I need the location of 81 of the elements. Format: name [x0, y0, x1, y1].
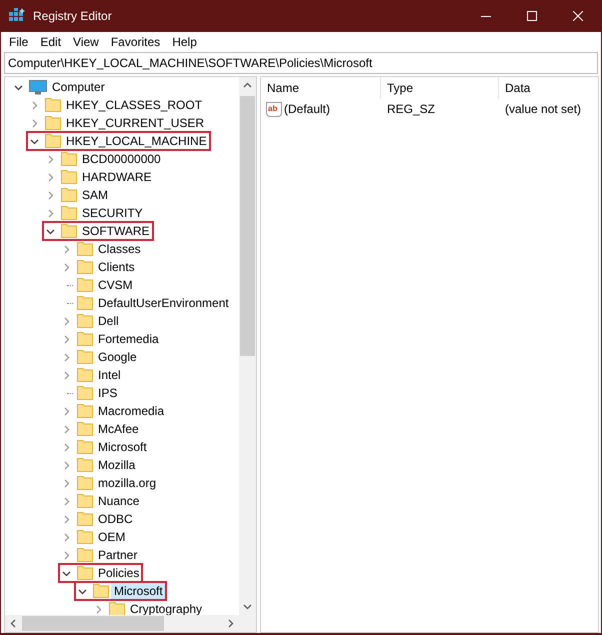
chevron-right-icon[interactable]	[94, 604, 102, 614]
tree-item[interactable]: HKEY_LOCAL_MACHINE	[63, 132, 210, 150]
window-title: Registry Editor	[33, 8, 112, 25]
tree-item[interactable]: Clients	[95, 258, 138, 276]
folder-icon	[77, 350, 93, 364]
tree-item[interactable]: Partner	[95, 546, 140, 564]
tree-item[interactable]: Computer	[49, 78, 108, 96]
folder-icon	[77, 332, 93, 346]
folder-icon	[77, 566, 93, 580]
menu-item[interactable]: Favorites	[104, 33, 166, 51]
tree-item[interactable]: Dell	[95, 312, 122, 330]
folder-icon	[77, 440, 93, 454]
menu-item[interactable]: Edit	[34, 33, 68, 51]
column-header[interactable]: Type	[381, 77, 499, 99]
folder-icon	[77, 242, 93, 256]
tree-item[interactable]: SOFTWARE	[79, 222, 153, 240]
registry-icon	[9, 8, 25, 24]
chevron-down-icon[interactable]	[30, 136, 38, 146]
tree-item[interactable]: Classes	[95, 240, 144, 258]
folder-icon	[45, 116, 61, 130]
tree-item[interactable]: BCD00000000	[79, 150, 164, 168]
tree-item[interactable]: Microsoft	[111, 582, 166, 600]
tree-item[interactable]: Intel	[95, 366, 124, 384]
tree-item[interactable]: Fortemedia	[95, 330, 162, 348]
folder-icon	[77, 530, 93, 544]
folder-icon	[61, 152, 77, 166]
close-icon	[573, 11, 583, 21]
computer-icon	[29, 80, 47, 94]
string-value-icon: ab	[266, 102, 282, 116]
tree-item[interactable]: HKEY_CURRENT_USER	[63, 114, 208, 132]
menu-item[interactable]: File	[3, 33, 34, 51]
tree-item[interactable]: HKEY_CLASSES_ROOT	[63, 96, 206, 114]
folder-icon	[77, 368, 93, 382]
value-data: (value not set)	[504, 101, 582, 118]
column-header[interactable]: Name	[261, 77, 381, 99]
tree-item[interactable]: McAfee	[95, 420, 142, 438]
address-field[interactable]: Computer\HKEY_LOCAL_MACHINE\SOFTWARE\Policies\Microsoft	[4, 52, 598, 74]
tree-item[interactable]: HARDWARE	[79, 168, 155, 186]
column-header[interactable]: Data	[499, 77, 598, 99]
folder-icon	[61, 170, 77, 184]
chevron-down-icon[interactable]	[46, 226, 54, 236]
folder-icon	[77, 278, 93, 292]
folder-icon	[61, 188, 77, 202]
tree-item[interactable]: mozilla.org	[95, 474, 160, 492]
vertical-scrollbar[interactable]	[239, 77, 256, 615]
folder-icon	[93, 584, 109, 598]
tree-item[interactable]: OEM	[95, 528, 128, 546]
horizontal-scrollbar[interactable]	[5, 615, 256, 632]
tree-item[interactable]: SECURITY	[79, 204, 146, 222]
folder-icon	[77, 314, 93, 328]
folder-icon	[77, 548, 93, 562]
tree-item[interactable]: CVSM	[95, 276, 136, 294]
chevron-down-icon[interactable]	[14, 82, 22, 92]
tree-item[interactable]: SAM	[79, 186, 112, 204]
folder-icon	[77, 476, 93, 490]
tree-item[interactable]: Microsoft	[95, 438, 150, 456]
tree-item[interactable]: ODBC	[95, 510, 136, 528]
maximize-icon	[527, 11, 537, 21]
folder-icon	[45, 134, 61, 148]
value-name[interactable]: (Default)	[284, 100, 330, 118]
folder-icon	[77, 296, 93, 310]
folder-icon	[77, 386, 93, 400]
folder-icon	[77, 422, 93, 436]
folder-icon	[61, 224, 77, 238]
folder-icon	[45, 98, 61, 112]
folder-icon	[77, 404, 93, 418]
folder-icon	[61, 206, 77, 220]
tree-item[interactable]: Google	[95, 348, 140, 366]
tree-item[interactable]: Policies	[95, 564, 142, 582]
folder-icon	[77, 512, 93, 526]
tree-item[interactable]: Macromedia	[95, 402, 168, 420]
folder-icon	[77, 494, 93, 508]
tree-item[interactable]: Nuance	[95, 492, 142, 510]
folder-icon	[77, 458, 93, 472]
value-type: REG_SZ	[386, 101, 436, 118]
menu-item[interactable]: View	[67, 33, 105, 51]
menu-item[interactable]: Help	[166, 33, 203, 51]
tree-item[interactable]: IPS	[95, 384, 120, 402]
tree-item[interactable]: DefaultUserEnvironment	[95, 294, 232, 312]
folder-icon	[77, 260, 93, 274]
tree-item[interactable]: Mozilla	[95, 456, 138, 474]
